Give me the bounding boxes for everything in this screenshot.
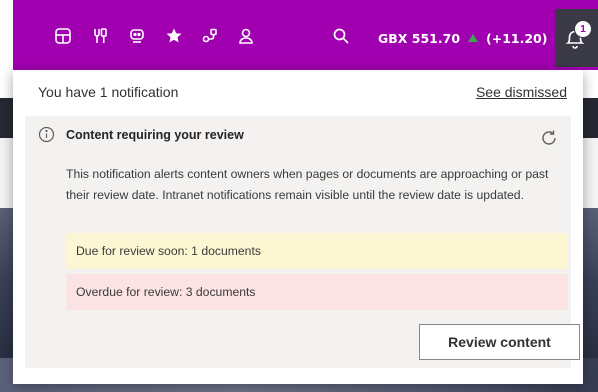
notification-card: Content requiring your review This notif… [25,116,580,368]
notification-panel-header: You have 1 notification See dismissed [13,70,583,112]
message-robot-icon[interactable] [127,26,147,46]
stock-price: GBX 551.70 [378,30,461,46]
star-icon[interactable] [164,26,184,46]
stock-change: (+11.20) [486,30,548,46]
search-icon[interactable] [331,26,351,46]
notification-count-badge: 1 [575,21,591,37]
top-app-bar: GBX 551.70 (+11.20) 1 [0,0,598,70]
info-icon [38,126,55,143]
due-soon-row: Due for review soon: 1 documents [66,233,568,269]
trend-up-icon [468,34,479,42]
flow-icon[interactable] [200,26,220,46]
notification-title: Content requiring your review [66,128,244,142]
notifications-button[interactable]: 1 [555,9,598,67]
notification-body: This notification alerts content owners … [66,167,549,202]
stock-ticker[interactable]: GBX 551.70 (+11.20) [378,28,547,48]
notification-count-text: You have 1 notification [38,84,179,100]
layout-icon[interactable] [53,26,73,46]
top-bar-left-edge [0,0,13,70]
tools-icon[interactable] [90,26,110,46]
refresh-icon[interactable] [539,128,559,148]
overdue-row: Overdue for review: 3 documents [66,274,568,310]
see-dismissed-link[interactable]: See dismissed [476,84,567,100]
review-content-button[interactable]: Review content [419,324,580,360]
notification-panel: You have 1 notification See dismissed Co… [13,70,583,384]
person-icon[interactable] [236,26,256,46]
